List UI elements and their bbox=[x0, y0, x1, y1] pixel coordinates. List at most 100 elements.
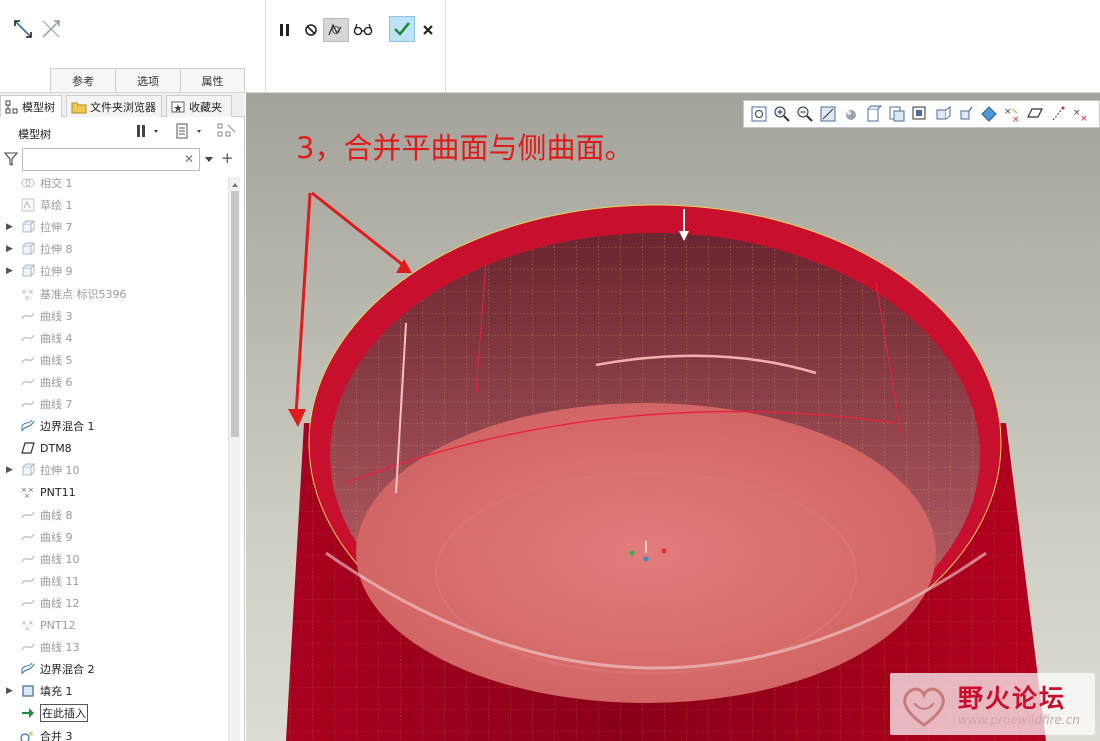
tree-item[interactable]: ※ 合并 3 bbox=[0, 725, 228, 741]
tree-item[interactable]: × × × PNT11 bbox=[0, 481, 228, 503]
point-display-icon[interactable] bbox=[1049, 105, 1067, 123]
refit-icon[interactable] bbox=[750, 105, 768, 123]
curve-icon bbox=[20, 330, 36, 346]
fill-icon bbox=[20, 683, 36, 699]
tree-item-label: 相交 1 bbox=[40, 177, 73, 190]
curve-icon bbox=[20, 595, 36, 611]
plane-display-icon[interactable]: × × bbox=[1003, 105, 1021, 123]
swap-direction-alt-icon[interactable] bbox=[40, 18, 62, 40]
expand-arrow-icon[interactable]: ▶ bbox=[6, 244, 16, 254]
tree-item-label: 曲线 5 bbox=[40, 353, 73, 367]
tab-folder-browser-label: 文件夹浏览器 bbox=[90, 100, 156, 114]
filter-funnel-icon[interactable] bbox=[3, 152, 19, 166]
tree-item-label: 拉伸 10 bbox=[40, 464, 80, 478]
section-icon[interactable] bbox=[934, 105, 952, 123]
datum-point-icon: × × × bbox=[20, 617, 36, 633]
tree-item[interactable]: DTM8 bbox=[0, 437, 228, 459]
tree-item[interactable]: × × × PNT12 bbox=[0, 614, 228, 636]
axis-display-icon[interactable] bbox=[1026, 105, 1044, 123]
preview-controls-group bbox=[266, 0, 446, 93]
navigator-panel: 模型树 文件夹浏览器 收藏夹 模型树 ✕ + 相交 1 草绘 1 ▶ 拉伸 7 … bbox=[0, 93, 245, 741]
datum-point-icon: × × × bbox=[20, 484, 36, 500]
tree-columns-icon[interactable] bbox=[175, 123, 205, 139]
tree-filters-icon[interactable] bbox=[217, 123, 237, 139]
tree-item[interactable]: ▶ 拉伸 8 bbox=[0, 238, 228, 260]
tree-item[interactable]: 曲线 9 bbox=[0, 526, 228, 548]
scroll-up-icon[interactable] bbox=[231, 179, 239, 187]
search-dropdown-icon[interactable] bbox=[204, 152, 214, 166]
confirm-check-icon[interactable] bbox=[389, 16, 415, 42]
tab-options[interactable]: 选项 bbox=[115, 68, 181, 92]
expand-arrow-icon[interactable]: ▶ bbox=[6, 686, 16, 696]
tree-item[interactable]: 曲线 11 bbox=[0, 570, 228, 592]
tree-item[interactable]: 曲线 3 bbox=[0, 305, 228, 327]
tree-item-label: 曲线 8 bbox=[40, 508, 73, 522]
display-style-icon[interactable] bbox=[842, 105, 860, 123]
graphics-viewport[interactable]: 3，合并平曲面与侧曲面。 × × × × 野火论坛 www.proewildfire.… bbox=[246, 93, 1100, 741]
csys-display-icon[interactable]: × × bbox=[1072, 105, 1090, 123]
favorites-icon bbox=[171, 100, 185, 114]
tree-item[interactable]: 曲线 5 bbox=[0, 349, 228, 371]
tab-favorites[interactable]: 收藏夹 bbox=[166, 95, 232, 117]
tree-item[interactable]: 曲线 12 bbox=[0, 592, 228, 614]
datum-display-icon[interactable] bbox=[980, 105, 998, 123]
swap-direction-icon[interactable] bbox=[12, 18, 34, 40]
no-preview-icon[interactable] bbox=[300, 19, 322, 41]
saved-orientations-icon[interactable] bbox=[865, 105, 883, 123]
add-filter-icon[interactable]: + bbox=[221, 149, 234, 167]
expand-arrow-icon[interactable]: ▶ bbox=[6, 222, 16, 232]
verify-preview-icon[interactable] bbox=[323, 18, 349, 42]
tree-item-label: 曲线 10 bbox=[40, 552, 80, 566]
view-toolbar: × × × × bbox=[743, 100, 1100, 128]
tree-item-label: 拉伸 8 bbox=[40, 243, 73, 257]
dashboard-ribbon: 参考 选项 属性 bbox=[0, 0, 1100, 93]
tree-item[interactable]: 曲线 6 bbox=[0, 371, 228, 393]
tree-item[interactable]: 在此插入 bbox=[0, 702, 228, 724]
cancel-x-icon[interactable] bbox=[417, 19, 439, 41]
svg-text:×: × bbox=[1012, 115, 1020, 123]
tree-item[interactable]: ▶ 拉伸 10 bbox=[0, 459, 228, 481]
tree-item[interactable]: 曲线 7 bbox=[0, 393, 228, 415]
scroll-thumb[interactable] bbox=[231, 191, 239, 437]
tree-item[interactable]: 曲线 8 bbox=[0, 504, 228, 526]
datum-point-icon: × × × bbox=[20, 286, 36, 302]
tree-item[interactable]: 草绘 1 bbox=[0, 194, 228, 216]
expand-arrow-icon[interactable]: ▶ bbox=[6, 465, 16, 475]
tree-item-label: 曲线 11 bbox=[40, 574, 80, 588]
tree-item[interactable]: 曲线 13 bbox=[0, 636, 228, 658]
tree-item-label: 曲线 4 bbox=[40, 331, 73, 345]
tree-item[interactable]: 相交 1 bbox=[0, 177, 228, 194]
clear-search-icon[interactable]: ✕ bbox=[184, 152, 194, 166]
tree-item[interactable]: × × × 基准点 标识5396 bbox=[0, 283, 228, 305]
expand-arrow-icon[interactable]: ▶ bbox=[6, 266, 16, 276]
tree-item[interactable]: ▶ 拉伸 9 bbox=[0, 260, 228, 282]
tree-item-label: PNT11 bbox=[40, 485, 76, 499]
boundary-blend-icon bbox=[20, 661, 36, 677]
tree-search-input[interactable] bbox=[22, 148, 200, 171]
tree-item[interactable]: ▶ 拉伸 7 bbox=[0, 216, 228, 238]
tree-item-label: 在此插入 bbox=[40, 704, 88, 723]
tab-properties[interactable]: 属性 bbox=[180, 68, 245, 92]
tree-item[interactable]: 曲线 10 bbox=[0, 548, 228, 570]
extrude-icon bbox=[20, 241, 36, 257]
tab-references[interactable]: 参考 bbox=[50, 68, 116, 92]
zoom-in-icon[interactable] bbox=[773, 105, 791, 123]
appearance-icon[interactable] bbox=[957, 105, 975, 123]
glasses-preview-icon[interactable] bbox=[352, 19, 374, 41]
perspective-icon[interactable] bbox=[911, 105, 929, 123]
repaint-icon[interactable] bbox=[819, 105, 837, 123]
extrude-icon bbox=[20, 219, 36, 235]
tree-scrollbar[interactable] bbox=[228, 177, 240, 741]
zoom-out-icon[interactable] bbox=[796, 105, 814, 123]
tab-model-tree[interactable]: 模型树 bbox=[0, 95, 62, 117]
tree-settings-icon[interactable] bbox=[136, 123, 160, 139]
tree-item[interactable]: 边界混合 1 bbox=[0, 415, 228, 437]
tree-item[interactable]: ▶ 填充 1 bbox=[0, 680, 228, 702]
tab-folder-browser[interactable]: 文件夹浏览器 bbox=[66, 95, 162, 117]
tab-model-tree-label: 模型树 bbox=[22, 100, 55, 114]
pause-icon[interactable] bbox=[274, 19, 296, 41]
svg-text:×: × bbox=[24, 625, 30, 632]
tree-item[interactable]: 曲线 4 bbox=[0, 327, 228, 349]
view-manager-icon[interactable] bbox=[888, 105, 906, 123]
tree-item[interactable]: 边界混合 2 bbox=[0, 658, 228, 680]
